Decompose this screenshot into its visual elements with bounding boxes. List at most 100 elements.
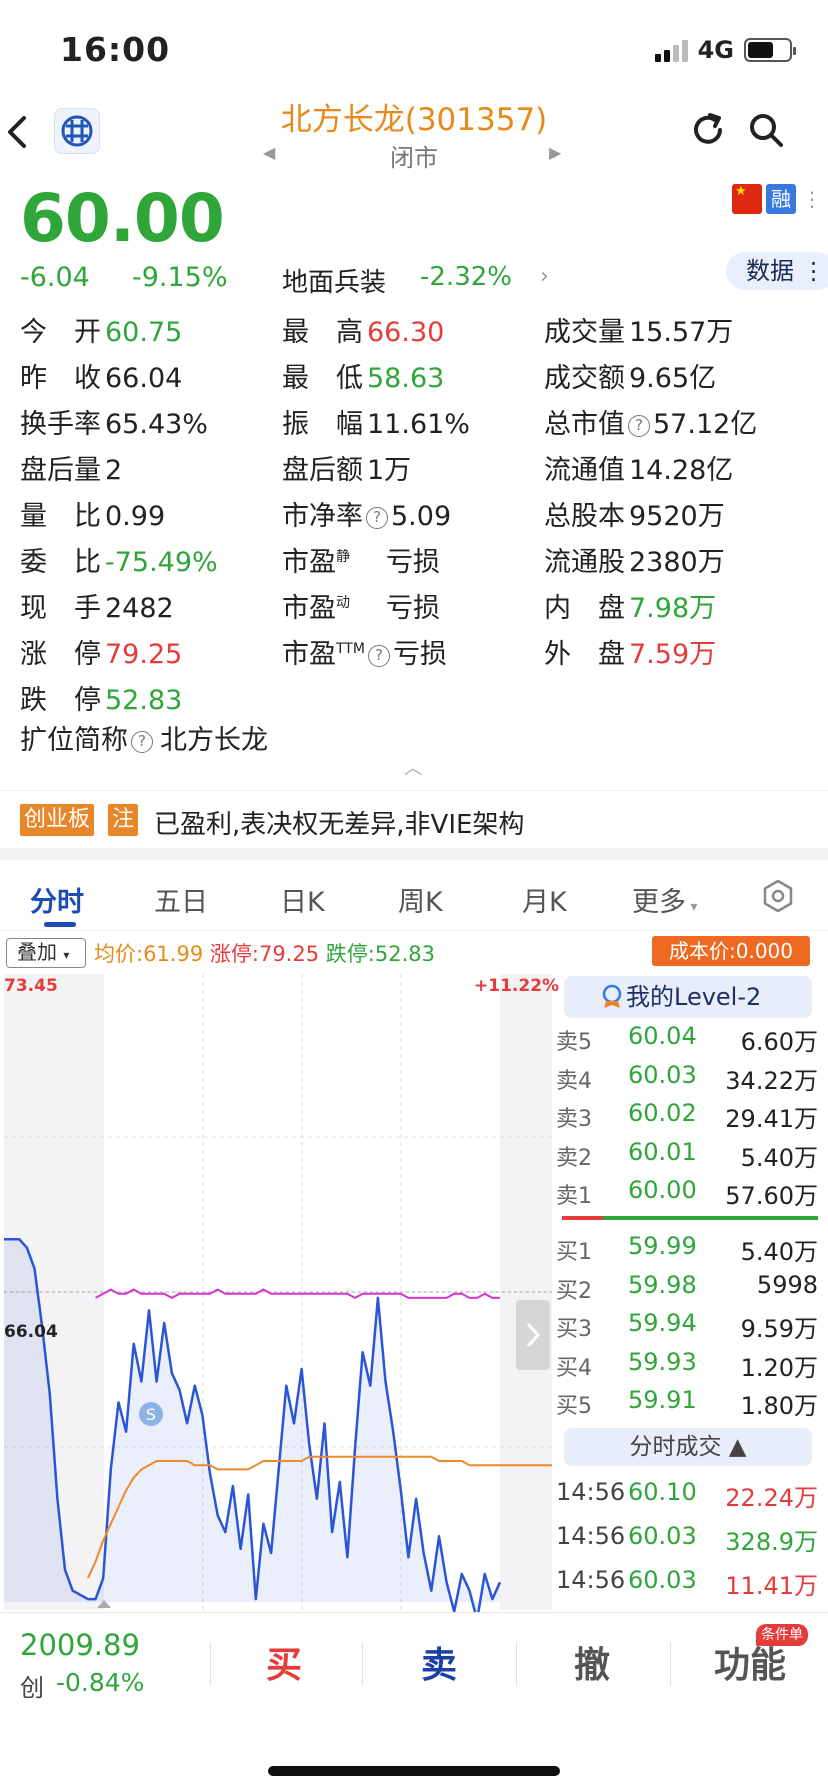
row-label: 卖1 xyxy=(556,1184,592,1209)
bid-row[interactable]: 买4 59.93 1.20万 xyxy=(556,1348,818,1382)
row-label: 买2 xyxy=(556,1278,592,1304)
stat-inner: 内 盘 7.98万 xyxy=(544,593,717,624)
row-volume: 9.59万 xyxy=(740,1315,818,1343)
stat-open: 今 开 60.75 xyxy=(20,317,183,348)
stat-volume: 成交量 15.57万 xyxy=(544,317,734,348)
sector-change[interactable]: -2.32% xyxy=(420,262,512,292)
data-button-label: 数据 xyxy=(746,257,794,285)
tick-price: 60.10 xyxy=(628,1478,697,1506)
row-price: 59.94 xyxy=(628,1309,697,1337)
price-change: -6.04 xyxy=(20,262,90,293)
ask-row[interactable]: 卖3 60.02 29.41万 xyxy=(556,1099,818,1133)
tick-volume: 22.24万 xyxy=(725,1484,818,1512)
conditional-order-badge[interactable]: 条件单 xyxy=(756,1624,808,1646)
medal-icon xyxy=(602,984,622,1008)
row-label: 卖5 xyxy=(556,1030,592,1055)
china-flag-icon: ★ xyxy=(732,184,762,214)
bid-ask-ratio-bar xyxy=(562,1216,818,1220)
tab-more[interactable]: 更多 ▾ xyxy=(632,880,697,919)
bid-row[interactable]: 买5 59.91 1.80万 xyxy=(556,1386,818,1420)
active-tab-indicator xyxy=(44,922,76,927)
help-icon[interactable]: ? xyxy=(131,731,153,753)
sector-name[interactable]: 地面兵装 xyxy=(282,262,386,299)
stat-float-shares: 流通股 2380万 xyxy=(544,547,725,578)
current-price: 60.00 xyxy=(20,180,225,257)
avg-price: 均价:61.99 xyxy=(94,942,204,966)
tick-volume: 11.41万 xyxy=(725,1572,818,1600)
margin-icon[interactable]: 融 xyxy=(766,184,796,214)
row-price: 60.02 xyxy=(628,1099,697,1127)
stat-limit-up: 涨 停 79.25 xyxy=(20,639,183,670)
ask-row[interactable]: 卖1 60.00 57.60万 xyxy=(556,1176,818,1210)
cancel-button[interactable]: 撤 xyxy=(574,1636,610,1688)
overlay-label: 叠加 xyxy=(17,940,57,964)
tick-time: 14:56 xyxy=(556,1478,626,1506)
row-volume: 5.40万 xyxy=(740,1238,818,1266)
tick-price: 60.03 xyxy=(628,1522,697,1550)
row-label: 买1 xyxy=(556,1240,592,1265)
row-label: 买5 xyxy=(556,1394,592,1419)
row-label: 买4 xyxy=(556,1355,592,1381)
row-price: 60.04 xyxy=(628,1022,697,1050)
stat-ext-name: 扩位简称? 北方长龙 xyxy=(20,725,268,756)
tab-daily-k[interactable]: 日K xyxy=(280,880,325,919)
bid-row[interactable]: 买2 59.98 5998 xyxy=(556,1270,818,1304)
side-panel-handle xyxy=(516,1300,550,1370)
stat-high: 最 高 66.30 xyxy=(282,317,445,348)
help-icon[interactable]: ? xyxy=(366,507,388,529)
row-label: 卖4 xyxy=(556,1068,592,1094)
bid-row[interactable]: 买1 59.99 5.40万 xyxy=(556,1232,818,1266)
ask-row[interactable]: 卖4 60.03 34.22万 xyxy=(556,1061,818,1095)
y-axis-prev-close: 66.04 xyxy=(4,1322,58,1342)
row-volume: 57.60万 xyxy=(725,1182,818,1210)
help-icon[interactable]: ? xyxy=(628,415,650,437)
row-price: 59.91 xyxy=(628,1386,697,1414)
price-change-pct: -9.15% xyxy=(132,262,228,293)
chevron-right-icon[interactable]: › xyxy=(540,264,549,289)
stat-commit-ratio: 委 比 -75.49% xyxy=(20,547,218,578)
search-icon[interactable] xyxy=(746,110,786,150)
status-indicators: 4G xyxy=(654,36,796,64)
row-label: 卖2 xyxy=(556,1145,592,1171)
limit-up-label: 涨停:79.25 xyxy=(209,942,320,966)
cost-price-button[interactable]: 成本价:0.000 xyxy=(652,936,810,966)
refresh-icon[interactable] xyxy=(688,110,728,150)
home-indicator[interactable] xyxy=(268,1766,560,1776)
divider xyxy=(210,1642,211,1686)
buy-button[interactable]: 买 xyxy=(266,1636,302,1688)
stat-pe-dynamic: 市盈动 亏损 xyxy=(282,593,440,624)
ask-row[interactable]: 卖5 60.04 6.60万 xyxy=(556,1022,818,1056)
row-price: 59.98 xyxy=(628,1270,697,1299)
more-vertical-icon[interactable]: ⋮ xyxy=(802,184,822,214)
divider xyxy=(670,1642,671,1686)
tick-row: 14:56 60.03 11.41万 xyxy=(556,1566,818,1600)
status-time: 16:00 xyxy=(60,30,171,69)
collapse-icon[interactable]: ︿ xyxy=(404,754,422,780)
tab-five-day[interactable]: 五日 xyxy=(154,880,208,919)
next-stock-icon[interactable]: ▶ xyxy=(549,143,561,162)
note-badge[interactable]: 注 xyxy=(108,804,139,836)
index-value[interactable]: 2009.89 xyxy=(20,1628,140,1662)
battery-icon xyxy=(744,38,796,62)
sell-button[interactable]: 卖 xyxy=(421,1636,457,1688)
data-button[interactable]: 数据 ⋮ xyxy=(726,252,828,290)
row-volume: 6.60万 xyxy=(740,1028,818,1056)
gear-icon[interactable] xyxy=(760,878,796,914)
overlay-dropdown[interactable]: 叠加 ▾ xyxy=(6,938,86,968)
tab-monthly-k[interactable]: 月K xyxy=(522,880,567,919)
bid-row[interactable]: 买3 59.94 9.59万 xyxy=(556,1309,818,1343)
row-volume: 1.80万 xyxy=(740,1392,818,1420)
help-icon[interactable]: ? xyxy=(367,645,390,667)
ask-row[interactable]: 卖2 60.01 5.40万 xyxy=(556,1137,818,1172)
ticks-toggle[interactable]: 分时成交 ▲ xyxy=(564,1428,812,1466)
tab-intraday[interactable]: 分时 xyxy=(30,880,84,919)
tab-weekly-k[interactable]: 周K xyxy=(398,880,443,919)
row-label: 卖3 xyxy=(556,1107,592,1132)
row-price: 59.99 xyxy=(628,1232,697,1260)
price-indicators: 均价:61.99 涨停:79.25 跌停:52.83 xyxy=(94,938,435,968)
intraday-chart[interactable]: S xyxy=(0,972,556,1612)
row-label: 买3 xyxy=(556,1317,592,1342)
stat-after-vol: 盘后量 2 xyxy=(20,455,123,486)
tick-row: 14:56 60.10 22.24万 xyxy=(556,1478,818,1512)
row-price: 60.01 xyxy=(628,1137,697,1166)
